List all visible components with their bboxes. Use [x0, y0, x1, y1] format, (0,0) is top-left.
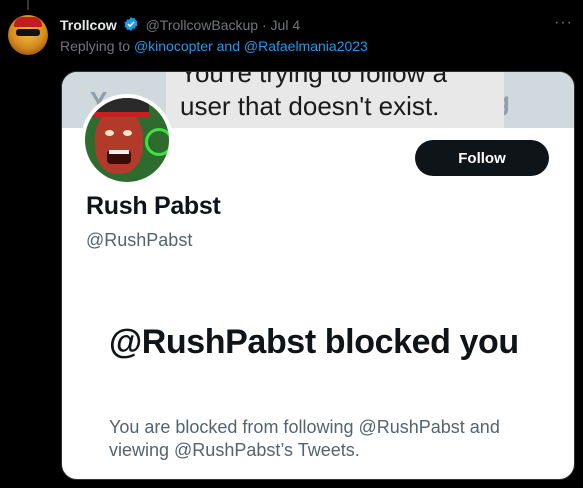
profile-handle: @RushPabst: [86, 230, 193, 250]
avatar-hat-band: [89, 112, 149, 117]
header-separator: ·: [261, 17, 267, 33]
replying-prefix: Replying to: [60, 38, 131, 54]
banner-caption-line1: You're trying to follow a: [180, 71, 448, 88]
avatar-eye-right: [123, 130, 132, 136]
tweet-date[interactable]: Jul 4: [271, 17, 301, 33]
verified-badge-icon: [123, 16, 139, 35]
avatar-sunglasses: [16, 29, 40, 36]
thread-line: [27, 0, 29, 10]
tweet-header: Trollcow @TrollcowBackup · Jul 4: [60, 16, 300, 35]
blocked-title: @RushPabst blocked you: [109, 323, 519, 361]
avatar-teeth: [109, 150, 129, 154]
avatar-cap: [14, 17, 42, 27]
author-handle[interactable]: @TrollcowBackup: [146, 17, 259, 33]
more-icon[interactable]: ···: [554, 14, 573, 32]
author-avatar[interactable]: [8, 15, 48, 55]
replying-to-link[interactable]: @kinocopter and @Rafaelmania2023: [134, 38, 368, 54]
author-name[interactable]: Trollcow: [60, 17, 117, 33]
avatar-eye-left: [105, 130, 114, 136]
biohazard-icon: [145, 128, 169, 156]
blocked-description: You are blocked from following @RushPabs…: [109, 417, 500, 460]
follow-button[interactable]: Follow: [415, 140, 549, 176]
replying-to-row: Replying to @kinocopter and @Rafaelmania…: [60, 38, 368, 54]
avatar-face: [95, 112, 143, 174]
profile-name: Rush Pabst: [86, 192, 221, 220]
banner-caption-line2: user that doesn't exist.: [180, 91, 440, 121]
attached-image[interactable]: Y g You're trying to follow a user that …: [61, 71, 575, 480]
profile-avatar: [81, 94, 173, 186]
